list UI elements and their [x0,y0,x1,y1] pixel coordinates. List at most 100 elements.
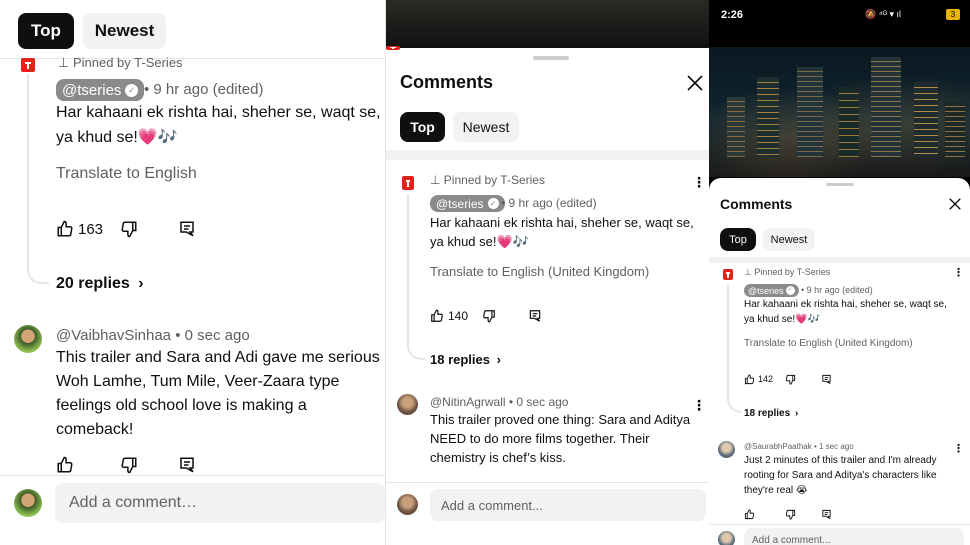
replies-link[interactable]: 20 replies › [56,275,144,293]
middle-comments-panel: Comments Top Newest ⊥ Pinned by T-Series… [385,0,709,545]
section-separator [386,150,709,160]
panel-title: Comments [400,72,494,92]
thumbs-down-icon[interactable] [120,220,138,238]
comment-author-line: @VaibhavSinhaa • 0 sec ago [56,327,250,344]
comment-text-line1: Har kahaani ek rishta hai, sheher se, wa… [744,299,947,310]
drag-handle[interactable] [533,56,569,60]
pinned-row: ⊥ Pinned by T-Series [58,55,183,71]
thumbs-down-icon[interactable] [785,509,796,520]
comment-text-line2: rooting for Sara and Aditya's characters… [744,470,937,481]
drag-handle[interactable] [826,183,854,186]
comment-text-line3: chemistry is chef’s kiss. [430,450,566,465]
tseries-avatar[interactable] [21,58,35,72]
translate-link[interactable]: Translate to English (United Kingdom) [430,264,649,279]
current-user-avatar [397,494,418,515]
channel-handle[interactable]: @tseries ✓ [430,195,505,212]
panel-title: Comments [720,196,793,212]
comment-text-line1: Just 2 minutes of this trailer and I'm a… [744,455,937,466]
comment-text-line1: Har kahaani ek rishta hai, sheher se, wa… [56,104,381,121]
comment-author-line: @SaurabhPaathak • 1 sec ago [744,442,854,451]
comment-author[interactable]: @SaurabhPaathak [744,442,812,451]
verified-icon: ✓ [125,83,139,97]
comment-time: • 9 hr ago (edited) [801,285,873,295]
replies-link[interactable]: 18 replies › [744,408,798,419]
comment-text-line2: ya khud se!💗🎶 [744,314,821,325]
thumbs-up-icon[interactable] [744,374,755,385]
close-icon[interactable] [949,198,961,210]
pin-icon: ⊥ [58,55,70,70]
comment-text-line2: Woh Lamhe, Tum Mile, Veer-Zaara type [56,373,340,390]
tab-newest[interactable]: Newest [83,13,166,49]
chevron-right-icon: › [794,408,799,419]
right-comments-panel: 2:26 🔕 ⁴ᴳ ▾ ıl 3 Comments Top Newest ⊥ P… [709,0,970,545]
reply-thread-line [27,74,49,284]
pinned-row: ⊥ Pinned by T-Series [430,173,545,187]
comment-text-line3: they're real 😭 [744,485,808,496]
video-player[interactable] [709,47,970,177]
thumbs-up-icon[interactable] [56,220,74,238]
video-player[interactable] [386,0,709,48]
more-vert-icon[interactable]: ⋮ [692,398,706,412]
user-avatar[interactable] [718,441,735,458]
comment-text-line1: This trailer and Sara and Adi gave me se… [56,349,380,366]
user-avatar[interactable] [397,394,418,415]
more-vert-icon[interactable]: ⋮ [953,444,964,455]
tseries-avatar[interactable] [723,269,733,280]
user-avatar[interactable] [14,325,42,353]
comment-time: • 9 hr ago (edited) [501,196,597,210]
tseries-avatar[interactable] [402,176,414,190]
like-count: 163 [78,221,104,238]
pinned-label: Pinned by T-Series [72,55,183,70]
like-count: 140 [448,309,469,323]
comment-text-line2: ya khud se!💗🎶 [430,234,529,249]
chevron-right-icon: › [138,275,144,292]
add-comment-input[interactable]: Add a comment... [744,528,964,545]
translate-link[interactable]: Translate to English (United Kingdom) [744,338,913,349]
verified-icon: ✓ [785,286,795,295]
tab-top[interactable]: Top [400,112,445,142]
reply-thread-line [727,284,741,413]
comment-author[interactable]: @NitinAgrwall [430,395,506,409]
tab-newest[interactable]: Newest [453,112,519,142]
thumbs-down-icon[interactable] [785,374,796,385]
more-vert-icon[interactable]: ⋮ [692,175,706,189]
reply-icon[interactable] [178,456,196,474]
thumbs-down-icon[interactable] [120,456,138,474]
reply-icon[interactable] [821,509,832,520]
comment-author-line: @NitinAgrwall • 0 sec ago [430,395,569,409]
pin-icon: ⊥ [430,173,441,187]
replies-link[interactable]: 18 replies › [430,352,501,367]
reply-icon[interactable] [178,220,196,238]
current-user-avatar [718,531,735,545]
comment-text-line4: comeback! [56,421,134,438]
tab-top[interactable]: Top [720,228,756,251]
comment-text-line1: This trailer proved one thing: Sara and … [430,412,691,427]
comment-text-line2: ya khud se!💗🎶 [56,129,178,146]
tab-top[interactable]: Top [18,13,74,49]
thumbs-up-icon[interactable] [56,456,74,474]
thumbs-up-icon[interactable] [744,509,755,520]
more-vert-icon[interactable]: ⋮ [953,268,964,279]
reply-icon[interactable] [528,309,542,323]
channel-handle[interactable]: @tseries ✓ [744,284,799,297]
add-comment-input[interactable]: Add a comment... [430,489,706,521]
verified-icon: ✓ [487,198,499,209]
reply-thread-line [407,194,425,360]
thumbs-down-icon[interactable] [482,309,496,323]
close-icon[interactable] [687,75,703,91]
like-count: 142 [758,374,774,384]
channel-handle[interactable]: @tseries ✓ [56,79,145,101]
translate-link[interactable]: Translate to English [56,165,197,183]
comment-text-line3: feelings old school love is making a [56,397,307,414]
battery-icon: 3 [946,9,960,20]
add-comment-input[interactable]: Add a comment… [55,483,385,523]
current-user-avatar [14,489,42,517]
left-comments-panel: Top Newest ⊥ Pinned by T-Series @tseries… [0,0,385,545]
comment-text-line2: NEED to do more films together. Their [430,431,650,446]
comment-time: • 9 hr ago (edited) [144,81,264,98]
pin-icon: ⊥ [744,267,752,277]
thumbs-up-icon[interactable] [430,309,444,323]
comment-author[interactable]: @VaibhavSinhaa [56,327,171,344]
reply-icon[interactable] [821,374,832,385]
tab-newest[interactable]: Newest [763,228,815,251]
